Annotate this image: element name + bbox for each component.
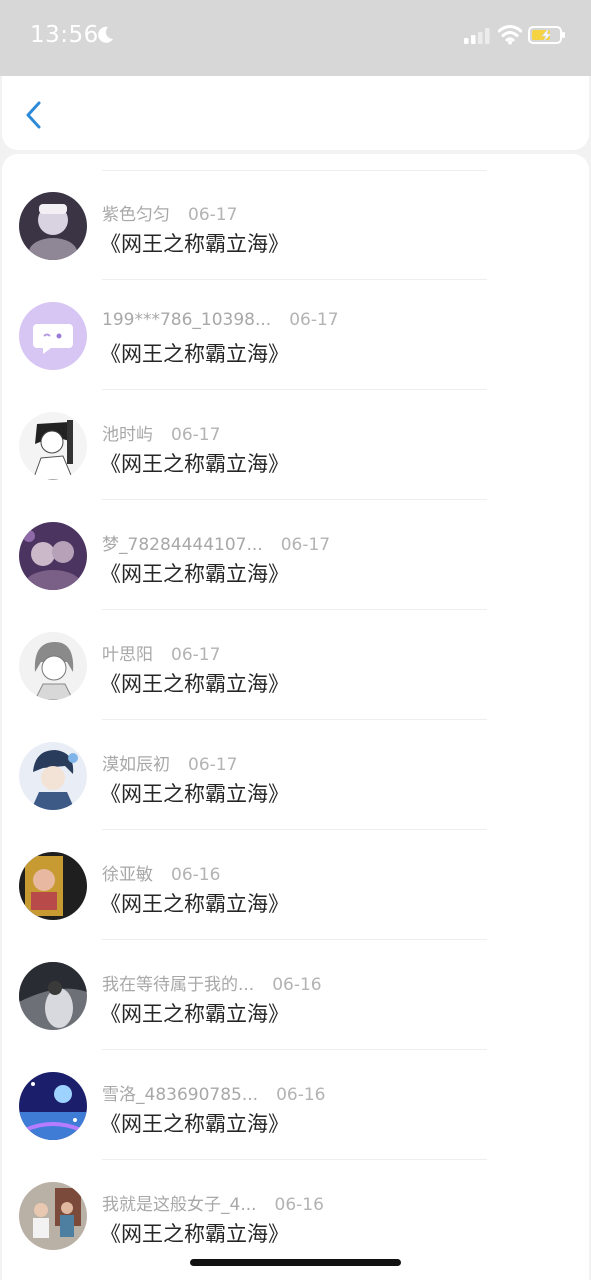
user-name: 雪洛_483690785... 06-16 <box>102 1085 326 1105</box>
user-name: 紫色匀匀 06-17 <box>102 205 238 225</box>
list-item[interactable]: 我在等待属于我的... 06-16 《网王之称霸立海》 <box>2 940 589 1050</box>
book-title: 《网王之称霸立海》 <box>100 342 289 366</box>
list-item[interactable]: 我就是这般女子_4... 06-16 《网王之称霸立海》 <box>2 1160 589 1270</box>
wifi-icon <box>498 25 522 45</box>
signal-icon <box>464 28 490 44</box>
comment-date: 06-17 <box>188 755 238 775</box>
comment-date: 06-17 <box>289 310 339 330</box>
avatar[interactable] <box>19 962 87 1030</box>
book-title: 《网王之称霸立海》 <box>100 892 289 916</box>
comment-date: 06-16 <box>274 1195 324 1215</box>
comment-date: 06-17 <box>171 645 221 665</box>
user-name: 梦_78284444107... 06-17 <box>102 535 331 555</box>
comment-date: 06-16 <box>276 1085 326 1105</box>
comment-date: 06-17 <box>188 205 238 225</box>
list-item[interactable]: 池时屿 06-17 《网王之称霸立海》 <box>2 390 589 500</box>
book-title: 《网王之称霸立海》 <box>100 1222 289 1246</box>
book-title: 《网王之称霸立海》 <box>100 672 289 696</box>
avatar[interactable] <box>19 192 87 260</box>
user-name: 叶思阳 06-17 <box>102 645 221 665</box>
user-name: 我在等待属于我的... 06-16 <box>102 975 322 995</box>
avatar[interactable] <box>19 522 87 590</box>
book-title: 《网王之称霸立海》 <box>100 452 289 476</box>
comment-date: 06-17 <box>171 425 221 445</box>
avatar[interactable] <box>19 852 87 920</box>
list-item[interactable]: 梦_78284444107... 06-17 《网王之称霸立海》 <box>2 500 589 610</box>
user-name: 199***786_10398... 06-17 <box>102 310 339 330</box>
battery-icon <box>528 26 565 44</box>
avatar[interactable] <box>19 1182 87 1250</box>
list-item[interactable]: 漠如辰初 06-17 《网王之称霸立海》 <box>2 720 589 830</box>
avatar[interactable] <box>19 412 87 480</box>
list-item[interactable]: 199***786_10398... 06-17 《网王之称霸立海》 <box>2 280 589 390</box>
moon-icon <box>98 26 113 43</box>
back-button[interactable] <box>20 100 50 130</box>
avatar[interactable] <box>19 1072 87 1140</box>
chevron-left-icon <box>26 101 41 129</box>
list-item[interactable]: 徐亚敏 06-16 《网王之称霸立海》 <box>2 830 589 940</box>
status-time: 13:56 <box>30 22 99 48</box>
book-title: 《网王之称霸立海》 <box>100 562 289 586</box>
nav-bar <box>2 76 589 150</box>
user-name: 漠如辰初 06-17 <box>102 755 238 775</box>
book-title: 《网王之称霸立海》 <box>100 1002 289 1026</box>
comment-date: 06-16 <box>272 975 322 995</box>
comment-list: 紫色匀匀 06-17 《网王之称霸立海》 199***786_10398... 06… <box>2 154 589 1280</box>
book-title: 《网王之称霸立海》 <box>100 782 289 806</box>
comment-date: 06-16 <box>171 865 221 885</box>
avatar[interactable] <box>19 742 87 810</box>
list-item[interactable]: 叶思阳 06-17 《网王之称霸立海》 <box>2 610 589 720</box>
status-bar: 13:56 <box>0 0 591 76</box>
avatar[interactable] <box>19 302 87 370</box>
book-title: 《网王之称霸立海》 <box>100 232 289 256</box>
list-item[interactable]: 雪洛_483690785... 06-16 《网王之称霸立海》 <box>2 1050 589 1160</box>
user-name: 徐亚敏 06-16 <box>102 865 221 885</box>
avatar[interactable] <box>19 632 87 700</box>
comment-date: 06-17 <box>280 535 331 555</box>
home-indicator[interactable] <box>190 1259 401 1266</box>
book-title: 《网王之称霸立海》 <box>100 1112 289 1136</box>
user-name: 池时屿 06-17 <box>102 425 221 445</box>
list-item[interactable]: 紫色匀匀 06-17 《网王之称霸立海》 <box>2 170 589 280</box>
user-name: 我就是这般女子_4... 06-16 <box>102 1195 324 1215</box>
